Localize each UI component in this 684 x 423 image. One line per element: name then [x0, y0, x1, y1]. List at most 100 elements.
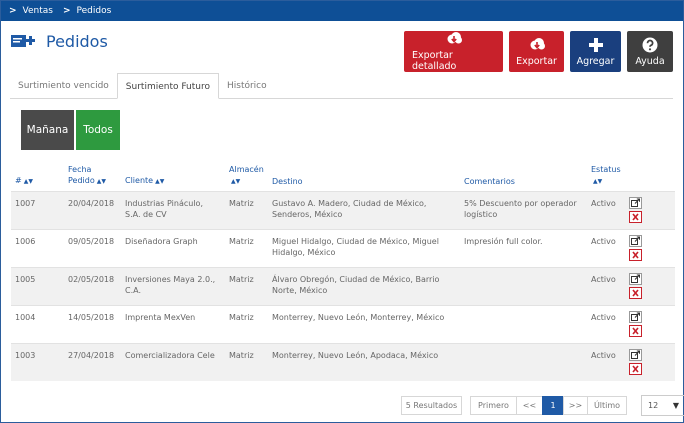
table-row: 1006 09/05/2018 Diseñadora Graph Matriz Migu…: [11, 228, 675, 267]
breadcrumb: > Ventas > Pedidos: [1, 1, 683, 21]
cell-actions: [625, 342, 675, 381]
action-toolbar: Exportar detallado Exportar Agregar Ayud…: [404, 31, 673, 72]
column-header-fecha-label: Fecha: [68, 164, 92, 174]
plus-icon: [588, 37, 603, 52]
tab-historico[interactable]: Histórico: [219, 73, 275, 99]
table-row: 1005 02/05/2018 Inversiones Maya 2.0., C.A…: [11, 266, 675, 305]
edit-icon[interactable]: [629, 272, 642, 285]
page-current-button[interactable]: 1: [542, 396, 564, 415]
cell-estatus: Activo: [587, 304, 625, 343]
sort-icon: ▲▼: [23, 177, 33, 185]
delete-icon[interactable]: [629, 248, 642, 261]
edit-icon[interactable]: [629, 310, 642, 323]
delete-icon[interactable]: [629, 210, 642, 223]
add-button[interactable]: Agregar: [570, 31, 621, 72]
edit-icon[interactable]: [629, 348, 642, 361]
help-label: Ayuda: [635, 55, 665, 67]
cell-almacen: Matriz: [225, 266, 268, 305]
orders-icon: [11, 35, 35, 47]
cell-actions: [625, 228, 675, 267]
column-header-estatus-label: Estatus: [591, 164, 621, 174]
tab-bar: Surtimiento vencido Surtimiento Futuro H…: [10, 73, 673, 99]
cell-cliente: Comercializadora Cele: [121, 342, 225, 381]
column-header-almacen[interactable]: Almacén ▲▼: [225, 161, 268, 191]
export-label: Exportar: [516, 55, 557, 67]
cell-id: 1003: [11, 342, 64, 381]
cell-destino: Monterrey, Nuevo León, Apodaca, México: [268, 342, 460, 381]
help-button[interactable]: Ayuda: [627, 31, 673, 72]
pagination: 5 Resultados Primero << 1 >> Último: [401, 396, 627, 415]
filter-todos-button[interactable]: Todos: [76, 110, 120, 150]
cell-almacen: Matriz: [225, 190, 268, 229]
cell-estatus: Activo: [587, 266, 625, 305]
tab-surtimiento-futuro[interactable]: Surtimiento Futuro: [116, 73, 219, 99]
column-header-fecha[interactable]: Fecha Pedido ▲▼: [64, 161, 121, 191]
breadcrumb-pedidos[interactable]: Pedidos: [77, 6, 112, 16]
table-row: 1004 14/05/2018 Imprenta MexVen Matriz Monte…: [11, 304, 675, 343]
table-row: 1007 20/04/2018 Industrias Pináculo, S.A. …: [11, 190, 675, 229]
export-detailed-label: Exportar detallado: [412, 50, 457, 72]
page-next-button[interactable]: >>: [563, 396, 588, 415]
cell-comentarios: Impresión full color.: [460, 228, 587, 267]
chevron-right-icon: >: [62, 6, 71, 16]
breadcrumb-ventas[interactable]: Ventas: [23, 6, 53, 16]
column-header-estatus[interactable]: Estatus ▲▼: [587, 161, 625, 191]
cell-fecha: 02/05/2018: [64, 266, 121, 305]
cell-cliente: Diseñadora Graph: [121, 228, 225, 267]
delete-icon[interactable]: [629, 286, 642, 299]
page-header: Pedidos: [10, 31, 108, 51]
cell-comentarios: [460, 304, 587, 343]
column-header-id[interactable]: # ▲▼: [11, 161, 64, 191]
orders-table: # ▲▼ Fecha Pedido ▲▼ Cliente ▲▼ Almacén ▲▼ De…: [11, 161, 675, 381]
filter-manana-button[interactable]: Mañana: [21, 110, 74, 150]
column-header-comentarios: Comentarios: [464, 176, 515, 186]
window-frame: > Ventas > Pedidos Pedidos Exportar deta…: [0, 0, 684, 423]
delete-icon[interactable]: [629, 324, 642, 337]
tab-surtimiento-vencido[interactable]: Surtimiento vencido: [10, 73, 117, 99]
edit-icon[interactable]: [629, 234, 642, 247]
cell-actions: [625, 304, 675, 343]
chevron-down-icon: ▼: [672, 401, 679, 410]
export-button[interactable]: Exportar: [509, 31, 564, 72]
table-body: 1007 20/04/2018 Industrias Pináculo, S.A. …: [11, 190, 675, 381]
cloud-download-icon: [447, 32, 462, 44]
cell-almacen: Matriz: [225, 342, 268, 381]
cell-id: 1007: [11, 190, 64, 229]
cell-destino: Gustavo A. Madero, Ciudad de México, Sen…: [268, 190, 460, 229]
cell-fecha: 09/05/2018: [64, 228, 121, 267]
cell-cliente: Industrias Pináculo, S.A. de CV: [121, 190, 225, 229]
cell-estatus: Activo: [587, 342, 625, 381]
column-header-almacen-label: Almacén: [229, 164, 264, 174]
page-last-button[interactable]: Último: [587, 396, 627, 415]
add-label: Agregar: [576, 55, 615, 67]
sort-icon: ▲▼: [96, 177, 106, 185]
table-row: 1003 27/04/2018 Comercializadora Cele Matri…: [11, 342, 675, 381]
cell-cliente: Inversiones Maya 2.0., C.A.: [121, 266, 225, 305]
cell-destino: Álvaro Obregón, Ciudad de México, Barrio…: [268, 266, 460, 305]
cell-fecha: 14/05/2018: [64, 304, 121, 343]
page-prev-button[interactable]: <<: [516, 396, 543, 415]
cell-comentarios: [460, 266, 587, 305]
cell-estatus: Activo: [587, 228, 625, 267]
edit-icon[interactable]: [629, 196, 642, 209]
sort-icon: ▲▼: [155, 177, 165, 185]
cell-destino: Monterrey, Nuevo León, Monterrey, México: [268, 304, 460, 343]
page-size-select[interactable]: 12 ▼: [641, 395, 684, 416]
column-header-actions: [625, 161, 675, 191]
filter-group: Mañana Todos: [21, 110, 120, 150]
table-header-row: # ▲▼ Fecha Pedido ▲▼ Cliente ▲▼ Almacén ▲▼ De…: [11, 161, 675, 191]
column-header-destino: Destino: [272, 176, 303, 186]
cell-almacen: Matriz: [225, 304, 268, 343]
cell-actions: [625, 266, 675, 305]
delete-icon[interactable]: [629, 362, 642, 375]
column-header-id-label: #: [15, 175, 22, 185]
sort-icon: ▲▼: [231, 177, 241, 185]
export-detailed-button[interactable]: Exportar detallado: [404, 31, 503, 72]
cell-fecha: 20/04/2018: [64, 190, 121, 229]
column-header-cliente[interactable]: Cliente ▲▼: [121, 161, 225, 191]
page-first-button[interactable]: Primero: [470, 396, 517, 415]
cell-estatus: Activo: [587, 190, 625, 229]
sort-icon: ▲▼: [593, 177, 603, 185]
page-size-value: 12: [648, 401, 659, 410]
cell-fecha: 27/04/2018: [64, 342, 121, 381]
